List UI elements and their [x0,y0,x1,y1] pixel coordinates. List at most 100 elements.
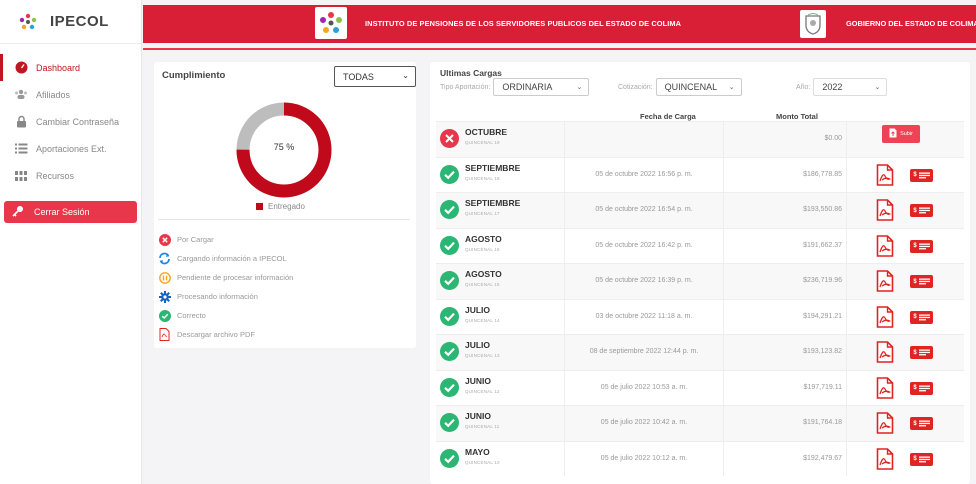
gear-icon [158,290,171,303]
money-label: $ [913,385,917,391]
row-month: SEPTIEMBRE [465,198,521,208]
pdf-icon [158,328,171,341]
pdf-icon [876,412,894,434]
comprobante-pago-button[interactable]: $ [910,346,933,359]
download-pdf-button[interactable] [876,270,894,292]
comprobante-pago-button[interactable]: $ [910,381,933,395]
logout-button[interactable]: Cerrar Sesión [4,201,137,223]
row-month: AGOSTO [465,233,502,244]
sidebar: IPECOL Dashboard Afiliados Cambiar Contr… [0,0,142,484]
status-legend-label: Descargar archivo PDF [177,330,255,339]
status-legend-item: Cargando información a IPECOL [158,249,293,268]
sidebar-item-label: Aportaciones Ext. [36,143,107,154]
row-month: OCTUBRE [465,127,508,137]
sidebar-item-label: Afiliados [36,89,71,100]
row-monto-total: $194,291.21 [803,312,842,320]
pdf-icon [876,447,894,470]
row-fecha-carga: 05 de julio 2022 10:53 a. m. [600,383,688,391]
row-quincena: QUINCENAL 16 [465,246,500,252]
subir-button[interactable]: Subir [882,125,920,143]
status-legend-item: Correcto [158,306,293,325]
status-legend-label: Procesando información [177,292,258,301]
download-pdf-button[interactable] [876,376,894,399]
table-row: JULIO QUINCENAL 13 08 de septiembre 2022 1… [436,334,964,370]
row-quincena: QUINCENAL 19 [465,140,500,145]
table-row: OCTUBRE QUINCENAL 19 $0.00 Subir [436,121,964,157]
cumplimiento-title: Cumplimiento [162,70,226,81]
tipo-aportacion-select[interactable]: ORDINARIA ⌄ [493,78,590,96]
column-divider [564,122,565,157]
bill-lines-icon [918,420,930,427]
status-legend-label: Por Cargar [177,235,214,244]
comprobante-pago-button[interactable]: $ [910,204,933,217]
row-quincena: QUINCENAL 17 [465,211,500,216]
download-pdf-button[interactable] [876,412,894,434]
column-divider [846,441,847,476]
check-circle-icon [440,342,459,361]
upload-file-icon [889,128,897,140]
download-pdf-button[interactable] [876,199,894,221]
download-pdf-button[interactable] [876,234,894,257]
row-quincena: QUINCENAL 13 [465,353,500,358]
table-row: JULIO QUINCENAL 14 03 de octubre 2022 11:1… [436,298,964,334]
check-circle-icon [440,200,459,219]
download-pdf-button[interactable] [876,163,894,186]
pdf-icon [876,305,894,328]
sidebar-item-dashboard[interactable]: Dashboard [0,54,141,81]
row-fecha-carga: 05 de julio 2022 10:12 a. m. [600,454,688,462]
header-government-title: GOBIERNO DEL ESTADO DE COLIMA [846,19,976,28]
lock-icon [14,115,28,129]
cotizacion-select[interactable]: QUINCENAL ⌄ [655,78,742,96]
comprobante-pago-button[interactable]: $ [910,239,933,253]
comprobante-pago-button[interactable]: $ [910,452,933,466]
x-circle-icon [158,233,171,246]
cargas-table: OCTUBRE QUINCENAL 19 $0.00 Subir SEPTIEMBRE Q… [436,121,964,476]
comprobante-pago-button[interactable]: $ [910,168,933,182]
sidebar-item-aportaciones-ext[interactable]: Aportaciones Ext. [0,135,141,162]
cumplimiento-card: Cumplimiento TODAS ⌄ 75 % Entregado Por … [154,62,416,348]
header-institute-title: INSTITUTO DE PENSIONES DE LOS SERVIDORES… [365,19,682,28]
money-label: $ [913,349,917,356]
status-legend-item: Descargar archivo PDF [158,325,293,344]
row-quincena: QUINCENAL 18 [465,175,500,181]
sidebar-item-afiliados[interactable]: Afiliados [0,81,141,108]
table-row: JUNIO QUINCENAL 12 05 de julio 2022 10:53 … [436,369,964,405]
row-quincena: QUINCENAL 11 [465,424,500,429]
ipecol-logo-icon [19,13,37,29]
download-pdf-button[interactable] [876,305,894,328]
download-pdf-button[interactable] [876,447,894,470]
sidebar-item-label: Recursos [36,170,75,181]
pdf-icon [876,199,894,221]
comprobante-pago-button[interactable]: $ [910,275,933,288]
logout-label: Cerrar Sesión [34,207,90,217]
anio-select[interactable]: 2022 ⌄ [813,78,888,96]
chevron-down-icon: ⌄ [576,84,583,91]
row-month: JULIO [465,304,491,315]
download-pdf-button[interactable] [876,341,894,363]
check-circle-icon [440,235,459,255]
money-label: $ [913,172,917,178]
row-quincena: QUINCENAL 14 [465,317,500,323]
column-divider [846,299,847,334]
row-monto-total: $193,123.82 [803,348,842,355]
status-legend-item: Por Cargar [158,230,293,249]
legend-swatch [256,203,263,210]
legend-label: Entregado [268,202,305,211]
check-circle-icon [440,306,459,326]
comprobante-pago-button[interactable]: $ [910,417,933,430]
row-month: JUNIO [465,375,491,386]
table-row: AGOSTO QUINCENAL 15 05 de octubre 2022 16:… [436,263,964,299]
row-fecha-carga: 05 de octubre 2022 16:56 p. m. [595,170,693,178]
pdf-icon [876,341,894,363]
table-row: AGOSTO QUINCENAL 16 05 de octubre 2022 16:… [436,227,964,263]
brand[interactable]: IPECOL [0,0,141,44]
column-divider [846,193,847,228]
cumplimiento-filter-select[interactable]: TODAS ⌄ [334,66,416,87]
row-fecha-carga: 05 de octubre 2022 16:39 p. m. [595,277,693,284]
row-monto-total: $236,719.96 [803,277,842,284]
row-fecha-carga: 05 de octubre 2022 16:42 p. m. [595,241,693,249]
sidebar-item-recursos[interactable]: Recursos [0,162,141,189]
comprobante-pago-button[interactable]: $ [910,310,933,324]
check-circle-icon [440,164,459,184]
sidebar-item-cambiar-contrasena[interactable]: Cambiar Contraseña [0,108,141,135]
